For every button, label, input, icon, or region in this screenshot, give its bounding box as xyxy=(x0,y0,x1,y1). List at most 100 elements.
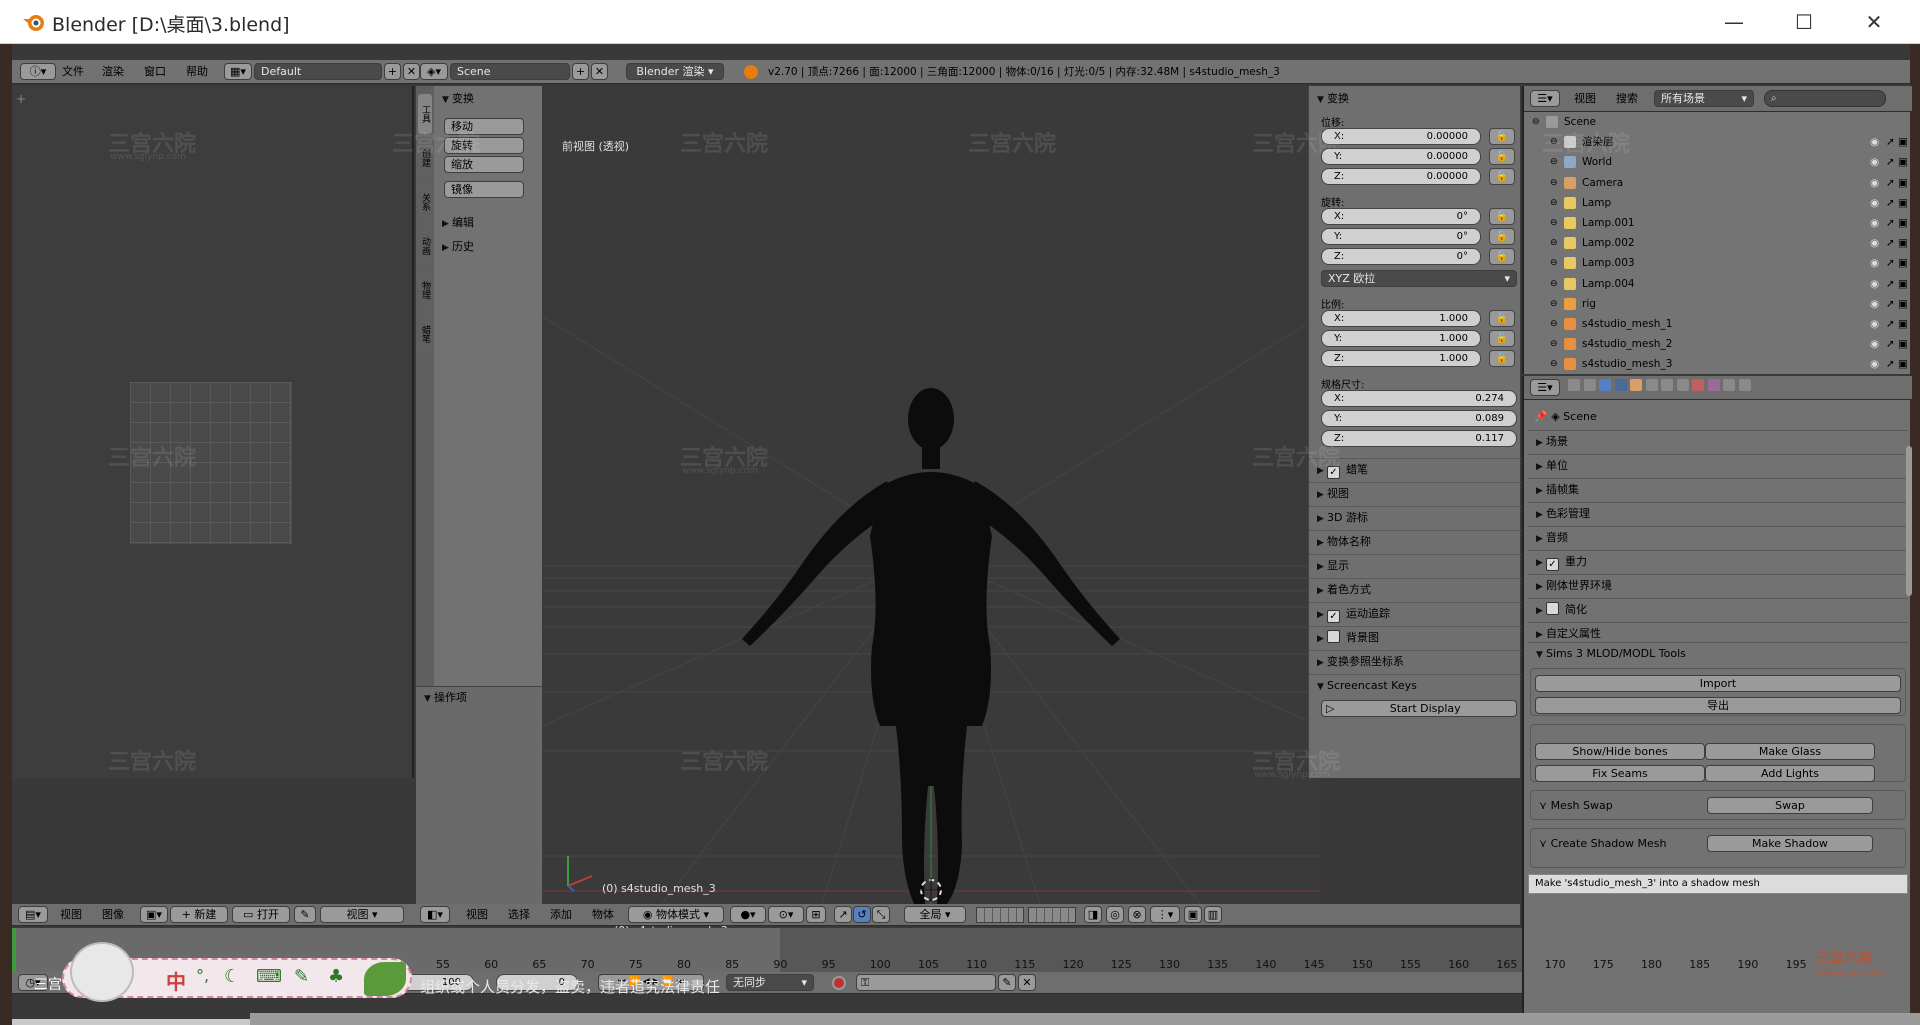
scene-panel-header[interactable]: ▶ 重力 xyxy=(1528,550,1908,572)
render-camera-icon[interactable]: ▣ xyxy=(1898,154,1908,170)
render-camera-icon[interactable]: ▣ xyxy=(1898,175,1908,191)
checkbox[interactable] xyxy=(1327,610,1340,623)
expand-toggle-icon[interactable]: ⊖ xyxy=(1550,336,1558,352)
expand-toggle-icon[interactable]: ⊖ xyxy=(1550,296,1558,312)
rotation-y-field[interactable]: Y: 0° xyxy=(1321,228,1481,245)
panel-view[interactable]: ▶ 视图 xyxy=(1309,482,1521,504)
lock-camera-icon[interactable]: ◨ xyxy=(1084,906,1102,923)
viewport-shading-select[interactable]: ●▾ xyxy=(730,906,766,923)
scene-name-field[interactable]: Scene xyxy=(450,63,570,80)
render-camera-icon[interactable]: ▣ xyxy=(1898,134,1908,150)
location-x-field[interactable]: X: 0.00000 xyxy=(1321,128,1481,145)
panel-3d-cursor[interactable]: ▶ 3D 游标 xyxy=(1309,506,1521,528)
scene-panel-header[interactable]: ▶ 场景 xyxy=(1528,430,1908,452)
data-context-icon[interactable] xyxy=(1676,379,1689,391)
outliner-row[interactable]: ⊖ s4studio_mesh_3 ◉ ➚ ▣ xyxy=(1524,356,1912,372)
outliner-row[interactable]: ⊖ Camera ◉ ➚ ▣ xyxy=(1524,175,1912,191)
pin-icon[interactable]: 📌 xyxy=(1534,410,1548,423)
edit-section-header[interactable]: ▶ 编辑 xyxy=(434,212,542,234)
layout-remove-icon[interactable]: ✕ xyxy=(403,63,420,80)
scene-panel-header[interactable]: ▶ 单位 xyxy=(1528,454,1908,476)
selectable-arrow-icon[interactable]: ➚ xyxy=(1886,195,1895,211)
selectable-arrow-icon[interactable]: ➚ xyxy=(1886,175,1895,191)
scene-panel-header[interactable]: ▶ 简化 xyxy=(1528,598,1908,620)
proportional-edit-icon[interactable]: ◎ xyxy=(1106,906,1124,923)
uv-editor-type-button[interactable]: ▤▾ xyxy=(18,906,48,923)
ime-tools-icon[interactable]: ✎ xyxy=(294,966,309,987)
lock-icon[interactable]: 🔓 xyxy=(1489,248,1515,265)
physics-context-icon[interactable] xyxy=(1738,379,1751,391)
outliner-row[interactable]: ⊖ Lamp.001 ◉ ➚ ▣ xyxy=(1524,215,1912,231)
layers-grid-2[interactable] xyxy=(1028,907,1076,923)
visibility-eye-icon[interactable]: ◉ xyxy=(1870,134,1879,150)
render-context-icon[interactable] xyxy=(1568,379,1580,391)
lock-icon[interactable]: 🔓 xyxy=(1489,128,1515,145)
selectable-arrow-icon[interactable]: ➚ xyxy=(1886,215,1895,231)
selectable-arrow-icon[interactable]: ➚ xyxy=(1886,296,1895,312)
image-open-button[interactable]: ▭ 打开 xyxy=(232,906,290,923)
outliner-row[interactable]: ⊖ s4studio_mesh_2 ◉ ➚ ▣ xyxy=(1524,336,1912,352)
visibility-eye-icon[interactable]: ◉ xyxy=(1870,276,1879,292)
expand-toggle-icon[interactable]: ⊖ xyxy=(1550,235,1558,251)
lock-icon[interactable]: 🔓 xyxy=(1489,148,1515,165)
ime-toolbar[interactable]: 中 °, ☾ ⌨ ✎ ♣ xyxy=(62,942,412,1002)
lock-icon[interactable]: 🔓 xyxy=(1489,208,1515,225)
visibility-eye-icon[interactable]: ◉ xyxy=(1870,356,1879,372)
scene-panel-header[interactable]: ▶ 刚体世界环境 xyxy=(1528,574,1908,596)
viewport-menu-view[interactable]: 视图 xyxy=(466,906,488,924)
scene-remove-icon[interactable]: ✕ xyxy=(591,63,608,80)
ime-punct-icon[interactable]: °, xyxy=(196,966,209,985)
make-shadow-button[interactable]: Make Shadow xyxy=(1707,835,1873,852)
insert-keyframe-icon[interactable]: ✎ xyxy=(998,974,1016,991)
panel-transform-orientations[interactable]: ▶ 变换参照坐标系 xyxy=(1309,650,1521,672)
expand-toggle-icon[interactable]: ⊖ xyxy=(1550,195,1558,211)
start-display-button[interactable]: ▷ Start Display xyxy=(1321,700,1517,717)
addon-panel-header[interactable]: ▼ Sims 3 MLOD/MODL Tools xyxy=(1528,642,1908,664)
visibility-eye-icon[interactable]: ◉ xyxy=(1870,215,1879,231)
texture-context-icon[interactable] xyxy=(1707,379,1720,391)
translate-manipulator-icon[interactable]: ↗ xyxy=(834,906,852,923)
swap-button[interactable]: Swap xyxy=(1707,797,1873,814)
make-glass-button[interactable]: Make Glass xyxy=(1705,743,1875,760)
scale-z-field[interactable]: Z: 1.000 xyxy=(1321,350,1481,367)
viewport-menu-select[interactable]: 选择 xyxy=(508,906,530,924)
viewport-scene[interactable] xyxy=(542,86,1320,904)
lock-icon[interactable]: 🔓 xyxy=(1489,228,1515,245)
layout-icon-button[interactable]: ▦▾ xyxy=(224,63,252,80)
panel-grease-pencil[interactable]: ▶蜡笔 xyxy=(1309,458,1521,480)
selectable-arrow-icon[interactable]: ➚ xyxy=(1886,154,1895,170)
rotation-z-field[interactable]: Z: 0° xyxy=(1321,248,1481,265)
rotation-x-field[interactable]: X: 0° xyxy=(1321,208,1481,225)
manipulator-toggle-icon[interactable]: ⊞ xyxy=(806,906,826,923)
ime-keyboard-icon[interactable]: ⌨ xyxy=(256,966,282,987)
dimension-z-field[interactable]: Z: 0.117 xyxy=(1321,430,1517,447)
outliner-menu-search[interactable]: 搜索 xyxy=(1616,90,1638,108)
constraints-context-icon[interactable] xyxy=(1645,379,1658,391)
image-browse-button[interactable]: ▣▾ xyxy=(140,906,168,923)
record-icon[interactable] xyxy=(832,976,846,990)
render-camera-icon[interactable]: ▣ xyxy=(1898,356,1908,372)
viewport-editor-type-button[interactable]: ◧▾ xyxy=(420,906,450,923)
outliner-row[interactable]: ⊖ Lamp ◉ ➚ ▣ xyxy=(1524,195,1912,211)
pivot-point-select[interactable]: ⊙▾ xyxy=(768,906,804,923)
tab-relations[interactable]: 关系 xyxy=(418,182,432,222)
history-section-header[interactable]: ▶ 历史 xyxy=(434,236,542,258)
outliner-menu-view[interactable]: 视图 xyxy=(1574,90,1596,108)
layout-add-icon[interactable]: + xyxy=(384,63,401,80)
expand-toggle-icon[interactable]: ⊖ xyxy=(1532,114,1540,130)
tab-physics[interactable]: 物理 xyxy=(418,270,432,310)
layout-name-field[interactable]: Default xyxy=(254,63,382,80)
scale-x-field[interactable]: X: 1.000 xyxy=(1321,310,1481,327)
sync-mode-select[interactable]: 无同步 ▾ xyxy=(726,974,814,991)
selectable-arrow-icon[interactable]: ➚ xyxy=(1886,356,1895,372)
snap-icon[interactable]: ⊗ xyxy=(1128,906,1146,923)
expand-toggle-icon[interactable]: ⊖ xyxy=(1550,276,1558,292)
location-y-field[interactable]: Y: 0.00000 xyxy=(1321,148,1481,165)
expand-toggle-icon[interactable]: ⊖ xyxy=(1550,316,1558,332)
close-button[interactable]: ✕ xyxy=(1854,8,1894,36)
outliner-row[interactable]: ⊖ Lamp.004 ◉ ➚ ▣ xyxy=(1524,276,1912,292)
corner-plus-icon[interactable]: + xyxy=(16,92,26,106)
render-camera-icon[interactable]: ▣ xyxy=(1898,296,1908,312)
menu-help[interactable]: 帮助 xyxy=(186,63,208,81)
render-camera-icon[interactable]: ▣ xyxy=(1898,276,1908,292)
